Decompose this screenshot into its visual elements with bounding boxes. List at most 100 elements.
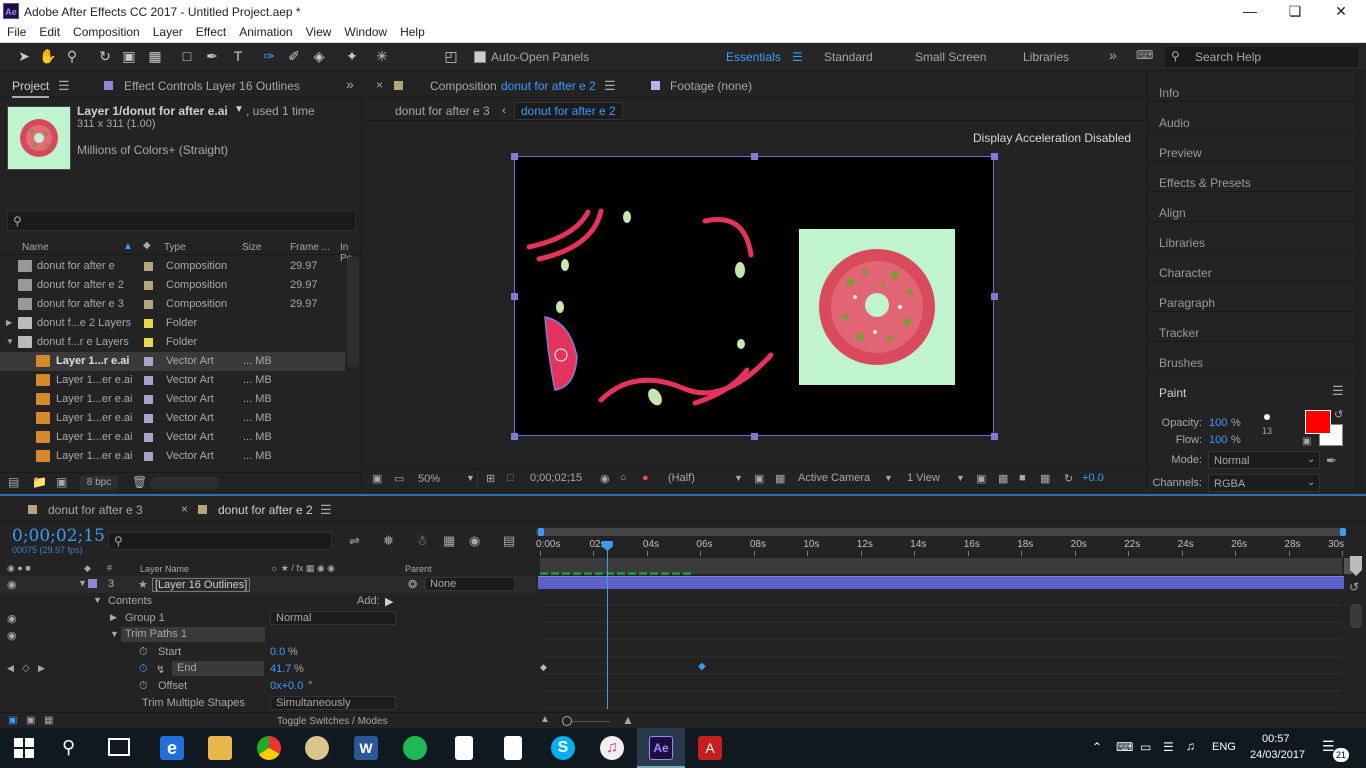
transparency-grid-icon[interactable]: ▦ xyxy=(775,472,785,485)
timeline-search-input[interactable]: ⚲ xyxy=(108,532,332,550)
transfer-controls-icon[interactable]: ▣ xyxy=(26,715,35,726)
row-label-swatch[interactable] xyxy=(144,262,153,271)
region-of-interest-icon[interactable]: ▣ xyxy=(754,472,764,485)
panel-brushes[interactable]: Brushes xyxy=(1159,356,1203,370)
tab-project[interactable]: Project xyxy=(12,79,50,98)
new-composition-icon[interactable]: ▣ xyxy=(56,475,67,489)
close-tab-icon[interactable]: × xyxy=(376,78,383,92)
camera-view-value[interactable]: Active Camera xyxy=(798,472,870,484)
project-row[interactable]: Layer 1...er e.ai Vector Art ... MB xyxy=(0,390,345,409)
playhead-line[interactable] xyxy=(601,541,613,709)
edge-browser-icon[interactable]: e xyxy=(160,736,184,760)
layer-row[interactable]: ◉ ▼ 3 ★ [Layer 16 Outlines] ❂ None xyxy=(0,576,536,593)
col-name[interactable]: Name xyxy=(22,242,49,253)
panel-align[interactable]: Align xyxy=(1159,206,1186,220)
reset-exposure-icon[interactable]: ↻ xyxy=(1064,472,1073,485)
stopwatch-active-icon[interactable]: ⏱ xyxy=(139,663,148,676)
fast-preview-icon[interactable]: ▦ xyxy=(998,472,1008,485)
keyboard-tray-icon[interactable]: ⌨ xyxy=(1116,740,1133,754)
col-frame-rate[interactable]: Frame ... xyxy=(290,242,330,253)
visibility-eye-icon[interactable]: ◉ xyxy=(7,612,17,625)
zoom-slider-track[interactable] xyxy=(572,721,610,722)
trim-paths-row[interactable]: ◉ ▼ Trim Paths 1 xyxy=(0,627,536,644)
toggle-switches-modes[interactable]: Toggle Switches / Modes xyxy=(277,716,388,727)
document-icon[interactable] xyxy=(455,736,473,760)
expand-arrow-icon[interactable]: ▼ xyxy=(93,595,102,605)
acrobat-icon[interactable]: A xyxy=(698,736,722,760)
menu-file[interactable]: File xyxy=(0,23,32,39)
project-row[interactable]: Layer 1...er e.ai Vector Art ... MB xyxy=(0,371,345,390)
time-ruler[interactable]: 0:00s 02s 04s 06s 08s 10s 12s 14s 16s 18s 20s 22s 24… xyxy=(536,536,1346,556)
layer-name[interactable]: [Layer 16 Outlines] xyxy=(152,578,251,592)
workspace-standard[interactable]: Standard xyxy=(824,50,873,64)
add-keyframe-icon[interactable]: ◇ xyxy=(22,663,30,674)
workspace-menu-icon[interactable]: ☰ xyxy=(792,50,803,64)
workspace-overflow-icon[interactable]: » xyxy=(1109,47,1117,63)
offset-value[interactable]: 0x+0.0 xyxy=(270,680,303,692)
panel-effects-presets[interactable]: Effects & Presets xyxy=(1159,176,1251,190)
timeline-panel-menu-icon[interactable]: ☰ xyxy=(320,502,332,518)
next-keyframe-icon[interactable]: ▶ xyxy=(38,663,45,674)
flowchart-icon[interactable]: ▦ xyxy=(1040,472,1050,485)
handle-mid-left[interactable] xyxy=(511,293,518,300)
default-colors-icon[interactable]: ▣ xyxy=(1302,436,1311,447)
paint-icon[interactable] xyxy=(305,736,329,760)
row-label-swatch[interactable] xyxy=(144,319,153,328)
end-label-box[interactable]: End xyxy=(172,661,264,676)
work-area-bar[interactable] xyxy=(536,528,1346,536)
col-parent[interactable]: Parent xyxy=(405,564,432,574)
close-icon[interactable]: ✕ xyxy=(1331,3,1351,19)
close-tab-icon[interactable]: × xyxy=(181,502,188,516)
task-view-icon[interactable] xyxy=(108,738,130,756)
pickwhip-icon[interactable]: ❂ xyxy=(408,578,417,591)
end-value[interactable]: 41.7 xyxy=(270,663,291,675)
itunes-icon[interactable]: ♫ xyxy=(600,736,624,760)
menu-composition[interactable]: Composition xyxy=(66,23,146,39)
row-label-swatch[interactable] xyxy=(144,357,153,366)
rotate-tool-icon[interactable]: ↻ xyxy=(96,47,114,65)
zoom-dropdown[interactable]: 50% ▼ xyxy=(414,471,478,488)
comp-panel-menu-icon[interactable]: ☰ xyxy=(604,78,616,94)
folder-toggle-icon[interactable]: ▶ xyxy=(6,318,12,327)
handle-bottom-left[interactable] xyxy=(511,433,518,440)
trash-icon[interactable]: 🗑 xyxy=(132,475,147,489)
project-scrollbar[interactable] xyxy=(347,257,359,367)
row-label-swatch[interactable] xyxy=(144,395,153,404)
tab-effect-controls[interactable]: Effect Controls Layer 16 Outlines xyxy=(124,79,300,93)
breadcrumb-comp-2[interactable]: donut for after e 2 xyxy=(514,102,623,120)
menu-view[interactable]: View xyxy=(299,23,338,39)
project-row[interactable]: Layer 1...er e.ai Vector Art ... MB xyxy=(0,428,345,447)
shy-layers-icon[interactable]: ☃ xyxy=(416,533,428,549)
row-label-swatch[interactable] xyxy=(144,281,153,290)
view-layout-value[interactable]: 1 View xyxy=(907,472,940,484)
windows-start-icon[interactable] xyxy=(14,738,34,758)
workspace-libraries[interactable]: Libraries xyxy=(1023,50,1069,64)
menu-animation[interactable]: Animation xyxy=(232,23,298,39)
motion-blur-icon[interactable]: ◉ xyxy=(469,533,480,549)
group-row[interactable]: ◉ ▶ Group 1 Normal xyxy=(0,610,536,627)
bit-depth-button[interactable]: 8 bpc xyxy=(80,476,118,490)
timeline-icon[interactable]: ■ xyxy=(1019,472,1026,484)
trim-multiple-row[interactable]: Trim Multiple Shapes Simultaneously xyxy=(0,695,536,712)
timeline-tab-comp-3[interactable]: donut for after e 3 xyxy=(48,503,143,517)
tab-footage[interactable]: Footage (none) xyxy=(670,79,752,93)
new-folder-icon[interactable]: 📁 xyxy=(32,475,47,489)
row-label-swatch[interactable] xyxy=(144,300,153,309)
timeline-scrollbar[interactable] xyxy=(1350,604,1362,628)
layer-label-swatch[interactable] xyxy=(88,579,97,588)
search-icon[interactable]: ⚲ xyxy=(62,737,75,758)
tab-composition-name[interactable]: donut for after e 2 xyxy=(501,79,596,93)
swap-colors-icon[interactable]: ↺ xyxy=(1334,408,1343,421)
project-search-input[interactable]: ⚲ xyxy=(7,211,356,231)
zoom-in-icon[interactable]: ▲ xyxy=(622,713,634,727)
monitor-icon[interactable]: ▭ xyxy=(394,472,404,485)
eraser-tool-icon[interactable]: ◈ xyxy=(310,47,328,65)
panel-paragraph[interactable]: Paragraph xyxy=(1159,296,1215,310)
visibility-eye-icon[interactable]: ◉ xyxy=(7,578,17,591)
offset-row[interactable]: ⏱ Offset 0x+0.0 ° xyxy=(0,678,536,695)
comp-mini-flowchart-icon[interactable]: ⇌ xyxy=(349,533,360,549)
in-out-icon[interactable]: ▦ xyxy=(44,715,53,726)
language-indicator[interactable]: ENG xyxy=(1212,741,1236,753)
start-row[interactable]: ⏱ Start 0.0 % xyxy=(0,644,536,661)
expand-arrow-icon[interactable]: ▼ xyxy=(78,578,87,588)
